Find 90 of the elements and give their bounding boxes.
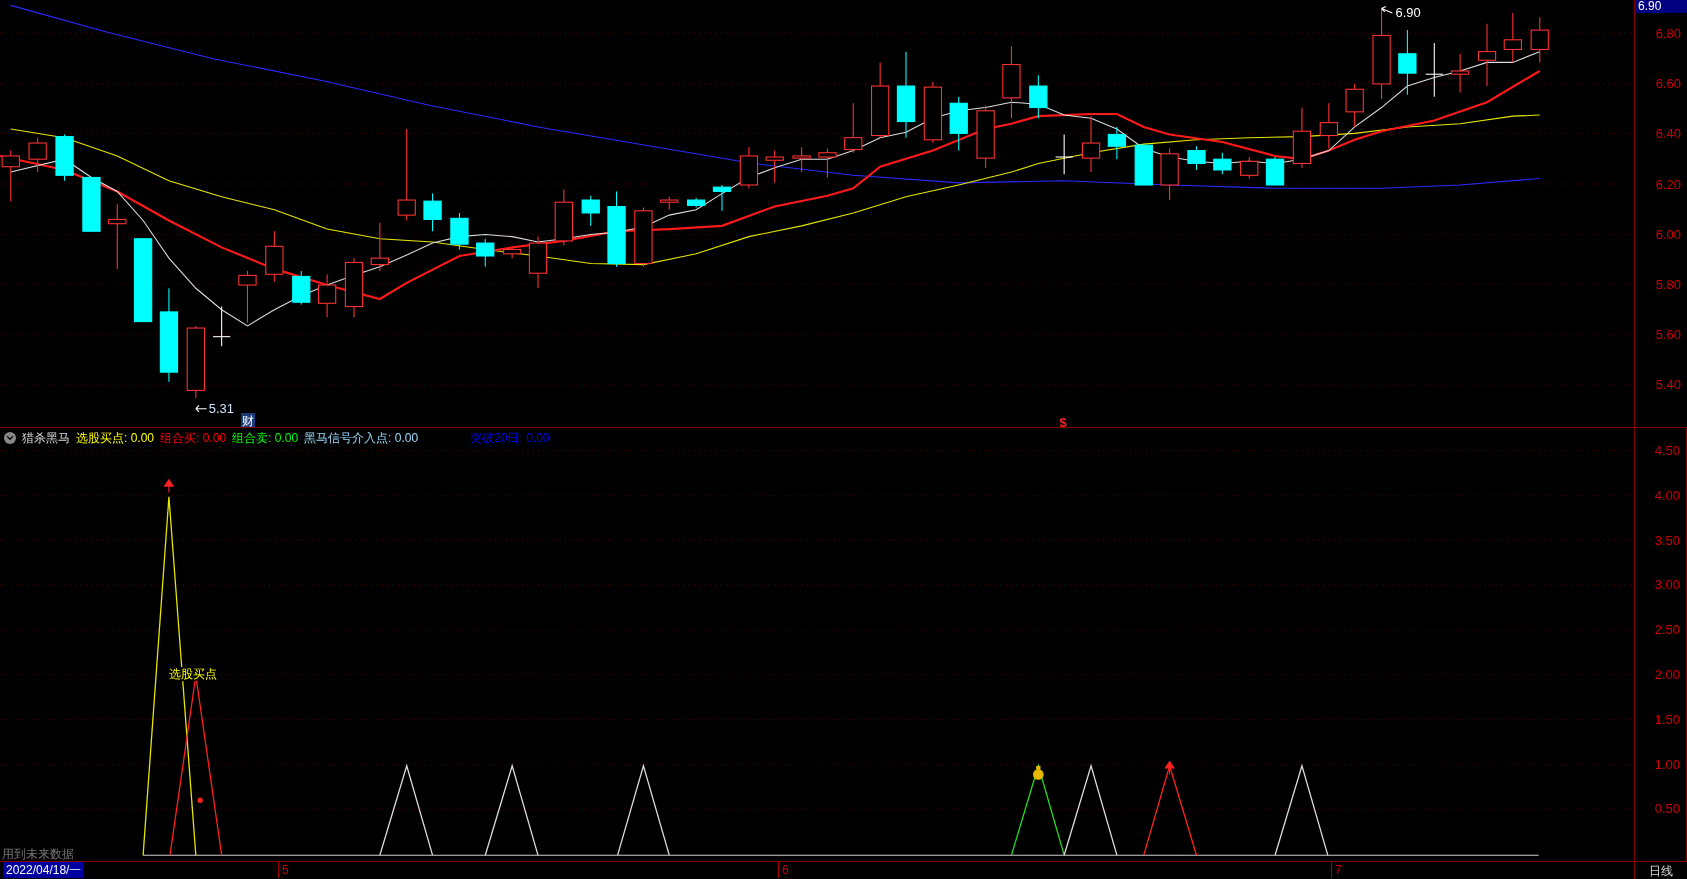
candlestick [1029, 74, 1048, 119]
candlestick [976, 104, 995, 169]
high-price-label: 6.90 [1381, 5, 1421, 21]
period-label[interactable]: 日线 [1649, 861, 1673, 879]
candlestick [765, 150, 784, 184]
indicator-axis-label: 2.00 [1654, 668, 1680, 682]
up-arrow-icon [1164, 761, 1175, 776]
candlestick [212, 306, 231, 347]
candlestick [108, 203, 127, 270]
month-label: 6 [778, 862, 789, 878]
candlestick [28, 137, 47, 173]
candlestick [1187, 145, 1206, 171]
legend-item: 黑马信号介入点: 0.00 [304, 431, 419, 445]
finance-badge[interactable]: 财 [241, 413, 255, 427]
candlestick [792, 146, 811, 173]
candlestick [660, 196, 679, 211]
indicator-axis-label: 1.50 [1654, 712, 1680, 727]
legend-item: 组合卖: 0.00 [232, 431, 299, 445]
candlestick [1107, 126, 1127, 160]
candlestick [1134, 143, 1153, 186]
up-arrow-icon [163, 479, 174, 494]
candlestick [1477, 23, 1497, 87]
indicator-axis-label: 2.50 [1654, 623, 1680, 638]
signal-dot [197, 797, 203, 803]
left-arrow-icon [195, 404, 208, 413]
warning-text: 用到未来数据 [2, 847, 75, 861]
candlestick [1425, 42, 1444, 98]
indicator-axis-label: 1.00 [1654, 757, 1680, 772]
candlestick [949, 96, 968, 152]
candlestick [317, 273, 337, 318]
candlestick [370, 222, 389, 272]
candlestick [1055, 133, 1074, 175]
candlestick [1240, 156, 1259, 180]
candlestick [687, 197, 706, 209]
candlestick [503, 246, 522, 259]
price-axis-label: 5.60 [1655, 328, 1681, 343]
indicator-axis-label: 4.50 [1654, 444, 1680, 458]
indicator-axis-label: 3.50 [1654, 533, 1680, 548]
price-axis-label: 6.60 [1655, 77, 1681, 92]
candlestick [554, 188, 573, 246]
indicator-axis-label: 3.00 [1654, 578, 1680, 593]
candlestick [1213, 152, 1232, 175]
candlestick [1319, 102, 1338, 149]
low-price-label: 5.31 [208, 401, 234, 416]
indicator-axis-label: 4.00 [1654, 488, 1680, 503]
collapse-button[interactable] [4, 432, 16, 444]
candlestick [82, 176, 101, 232]
price-axis-label: 6.80 [1655, 27, 1681, 41]
indicator-axis-label: 0.50 [1654, 802, 1680, 817]
last-price-label: 6.90 [1635, 0, 1687, 13]
candlestick [1345, 83, 1364, 128]
money-bag-icon [1032, 765, 1044, 780]
indicator-name: 猎杀黑马 [22, 431, 70, 445]
price-axis-label: 6.00 [1655, 227, 1681, 242]
candlestick [450, 212, 469, 251]
candlestick [581, 195, 600, 227]
month-label: 7 [1331, 862, 1342, 878]
legend-item: 突破20日: 0.00 [470, 431, 550, 445]
legend-item: 选股买点: 0.00 [76, 431, 155, 445]
price-axis-label: 6.40 [1655, 127, 1681, 142]
candlestick [423, 193, 442, 232]
candlestick [1292, 107, 1312, 169]
candlestick [476, 238, 495, 268]
candlestick [1081, 115, 1101, 173]
candlestick [55, 133, 74, 182]
candlestick [528, 236, 548, 289]
candlestick [1503, 12, 1522, 63]
candlestick [1265, 156, 1285, 186]
price-axis-label: 5.40 [1655, 378, 1681, 393]
candlestick [818, 147, 837, 178]
candlestick [712, 184, 732, 212]
candlestick [1160, 147, 1179, 201]
candlestick [238, 270, 257, 324]
legend-item: 组合买: 0.00 [160, 431, 227, 445]
month-label: 5 [278, 862, 289, 878]
candlestick [265, 230, 284, 283]
price-axis-label: 5.80 [1655, 278, 1681, 292]
candlestick [739, 146, 759, 189]
candlestick [923, 81, 943, 144]
candlestick [292, 270, 311, 305]
candlestick [344, 257, 364, 318]
candlestick [844, 102, 863, 154]
price-axis-label: 6.20 [1655, 177, 1681, 192]
candlestick [1530, 16, 1549, 63]
candlestick [1450, 53, 1470, 94]
candlestick [634, 207, 653, 268]
date-label: 2022/04/18/一 [3, 862, 85, 878]
candlestick [1398, 29, 1417, 96]
chevron-down-icon [5, 433, 15, 443]
signal-marker: $ [1059, 415, 1067, 427]
